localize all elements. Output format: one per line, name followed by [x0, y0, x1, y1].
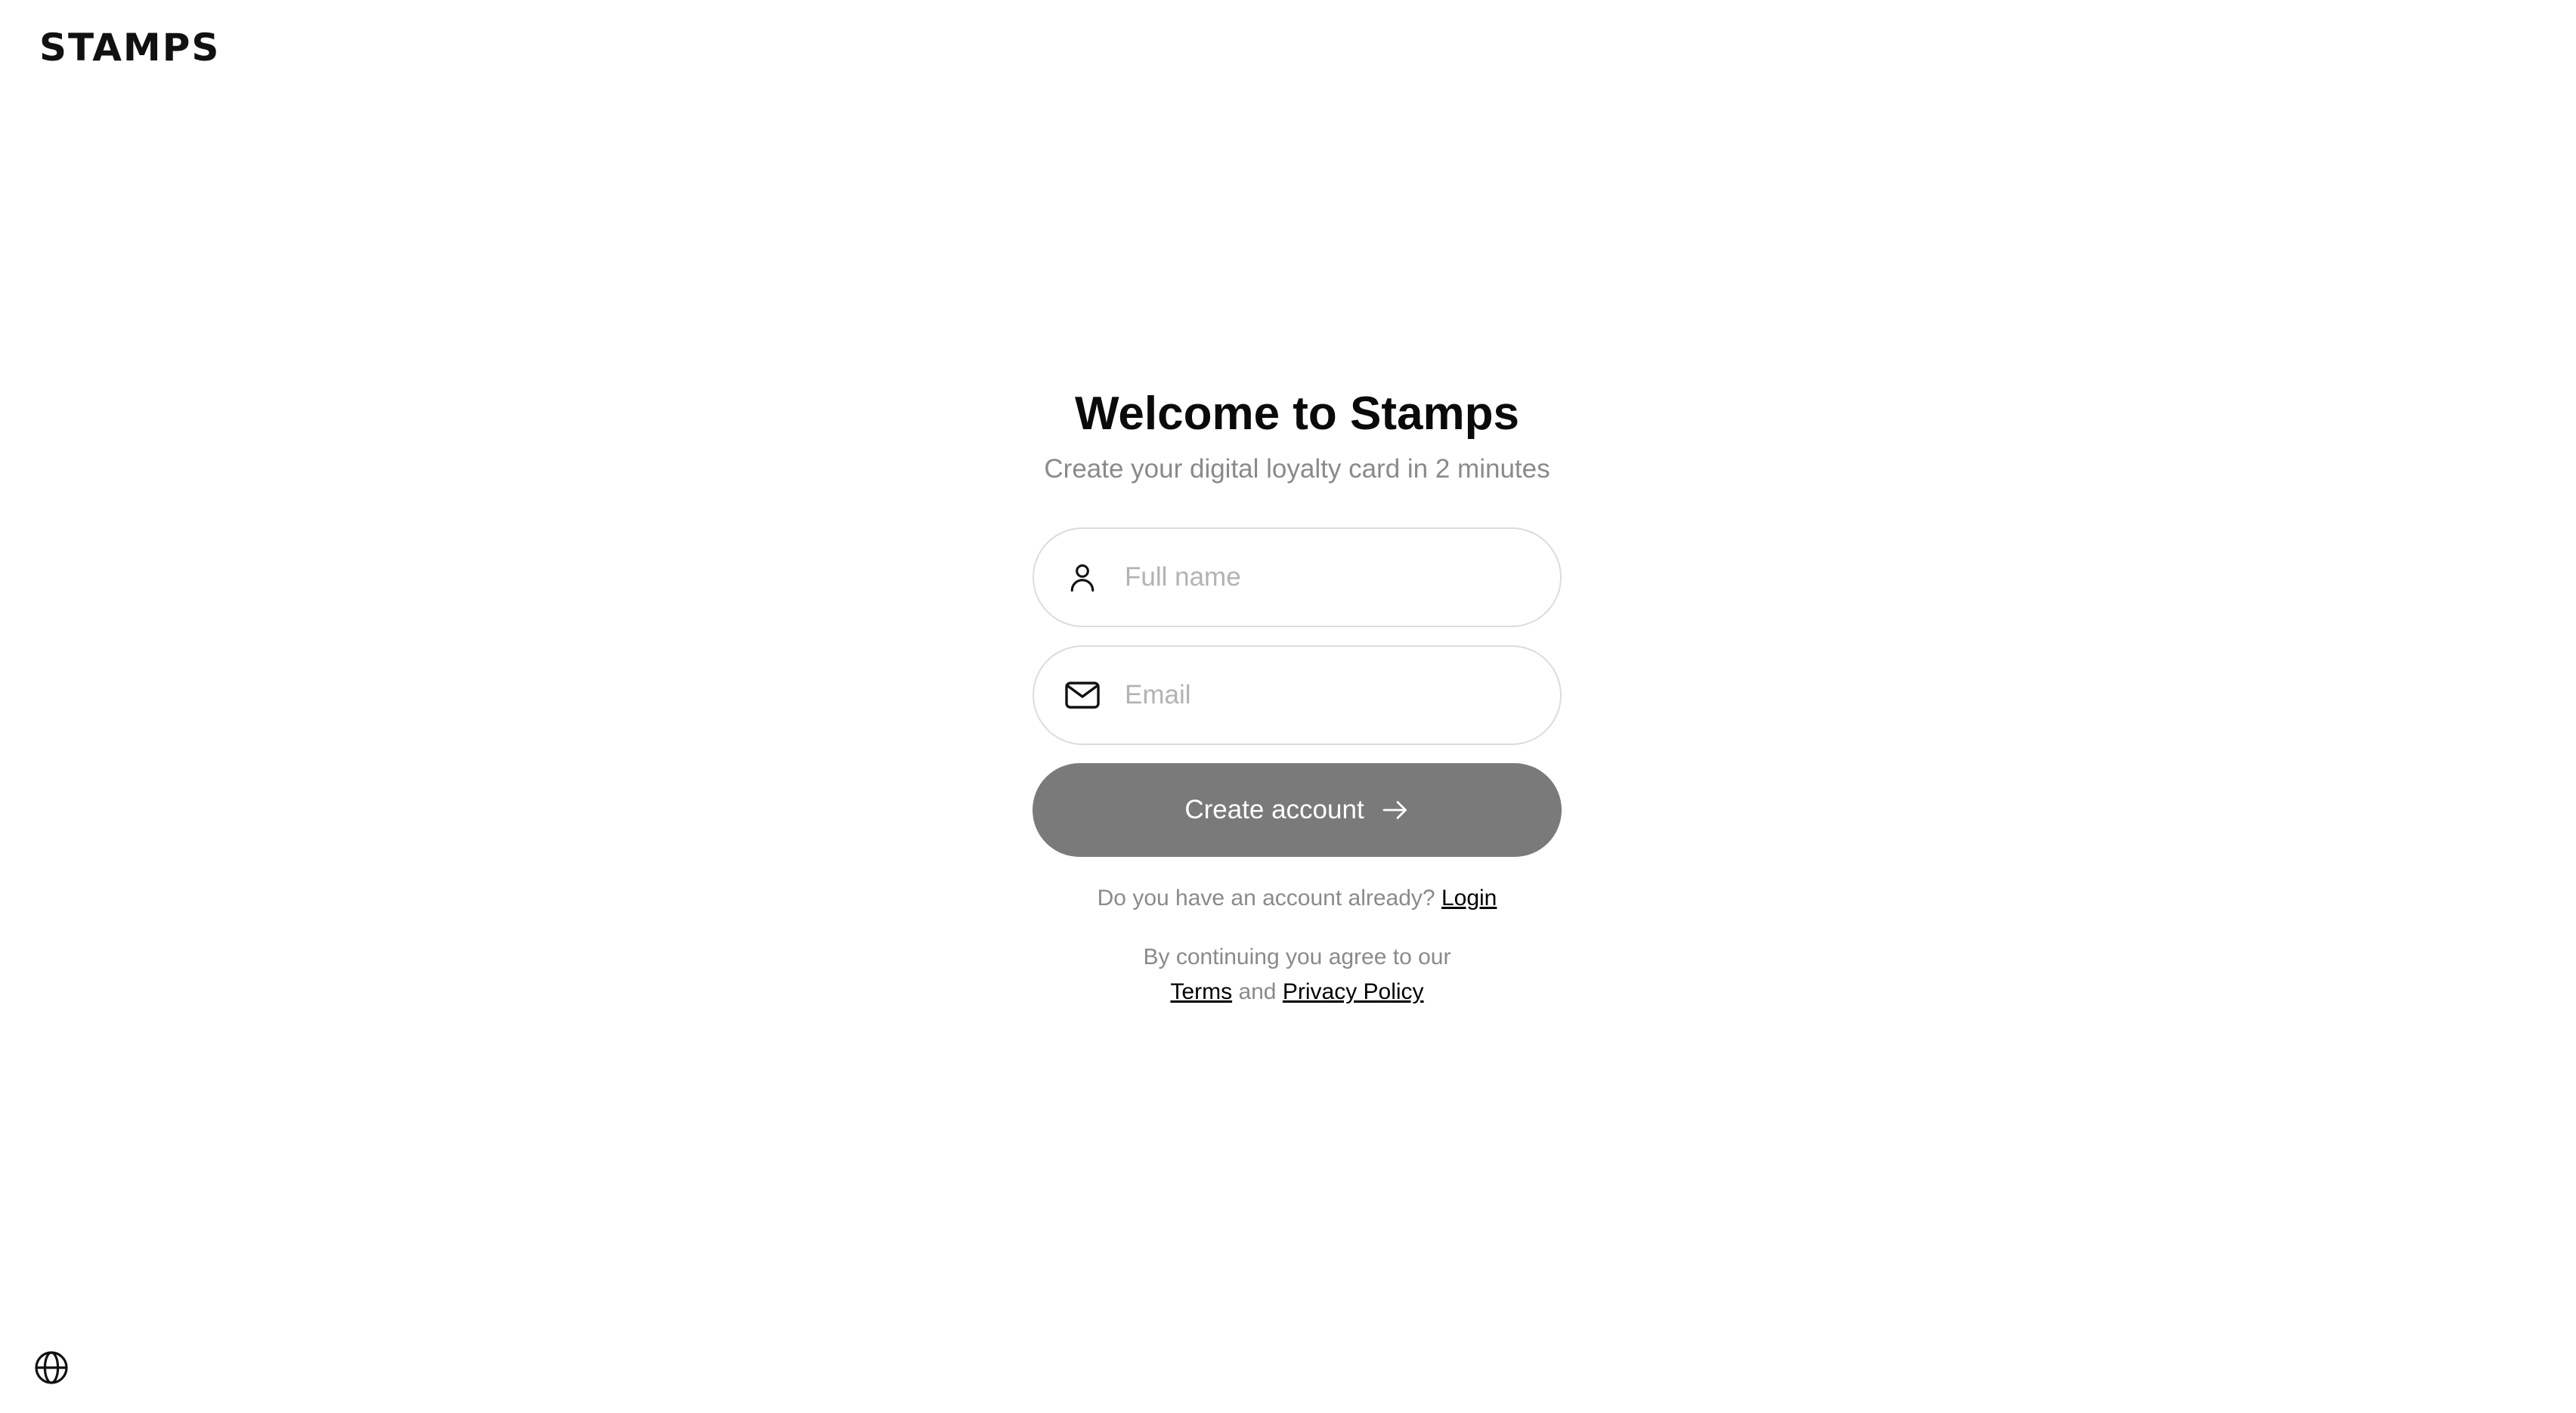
- legal-links: Terms and Privacy Policy: [1144, 975, 1451, 1010]
- user-icon: [1063, 558, 1102, 597]
- globe-icon[interactable]: [33, 1350, 70, 1386]
- stamps-logo[interactable]: STAMPS: [39, 29, 220, 66]
- email-field[interactable]: [1033, 645, 1562, 746]
- create-account-label: Create account: [1184, 795, 1364, 825]
- arrow-right-icon: [1381, 799, 1410, 821]
- login-prompt: Do you have an account already? Login: [1098, 886, 1497, 911]
- full-name-input[interactable]: [1125, 555, 1518, 601]
- legal-and-text: and: [1238, 979, 1277, 1005]
- legal-text: By continuing you agree to our: [1143, 945, 1451, 970]
- mail-icon: [1063, 676, 1102, 715]
- login-link[interactable]: Login: [1441, 886, 1497, 911]
- page-subtitle: Create your digital loyalty card in 2 mi…: [1044, 454, 1550, 484]
- login-prompt-text: Do you have an account already?: [1097, 886, 1435, 911]
- create-account-button[interactable]: Create account: [1033, 763, 1562, 858]
- full-name-field[interactable]: [1033, 527, 1562, 628]
- privacy-policy-link[interactable]: Privacy Policy: [1283, 979, 1424, 1004]
- signup-page: STAMPS Welcome to Stamps Create your dig…: [0, 0, 2576, 1413]
- signup-panel: Welcome to Stamps Create your digital lo…: [1033, 385, 1562, 1010]
- page-title: Welcome to Stamps: [1074, 388, 1519, 440]
- terms-link[interactable]: Terms: [1170, 979, 1232, 1004]
- email-input[interactable]: [1125, 672, 1518, 719]
- legal-notice: By continuing you agree to our Terms and…: [1144, 940, 1451, 1010]
